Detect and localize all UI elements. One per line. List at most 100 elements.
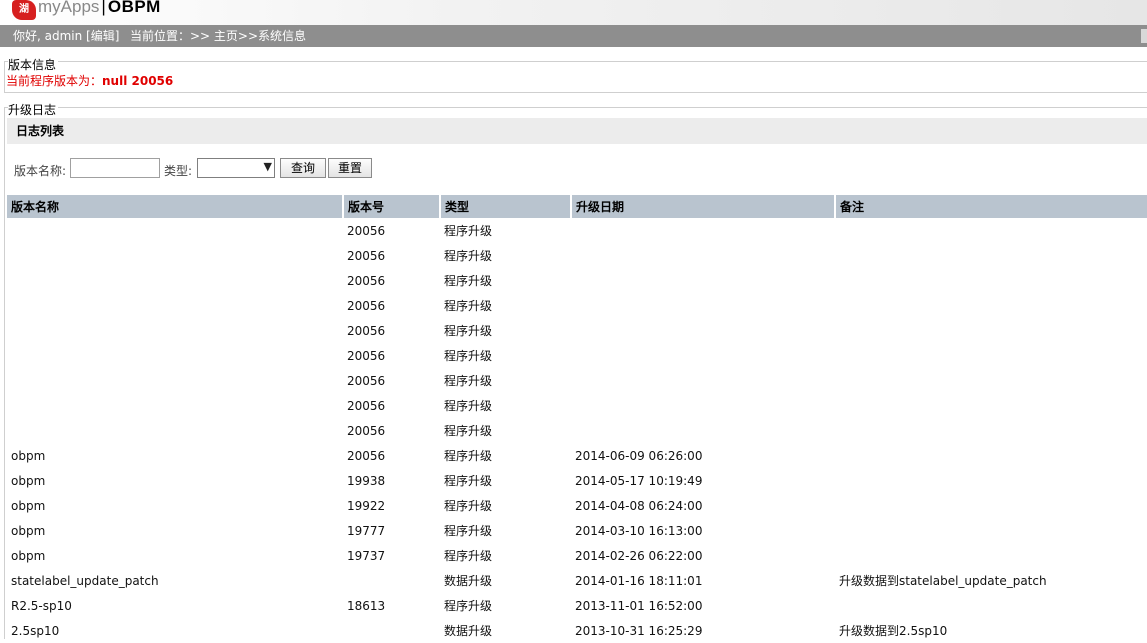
reset-button[interactable]: 重置 <box>328 158 372 178</box>
cell-type: 程序升级 <box>444 399 493 413</box>
cell-remark <box>835 343 1147 368</box>
version-value: null 20056 <box>102 74 174 88</box>
cell-type: 数据升级 <box>444 624 493 638</box>
table-row[interactable]: 2.5sp10 数据升级 2013-10-31 16:25:29 升级数据到2.5sp… <box>7 618 1147 643</box>
nav-bar: 你好, admin [编辑] 当前位置：>> 主页>>系统信息 <box>0 25 1147 47</box>
cell-version-name <box>7 293 343 318</box>
cell-type: 程序升级 <box>444 274 493 288</box>
cell-version-number: 20056 <box>347 448 386 463</box>
cell-upgrade-date <box>571 293 835 318</box>
cell-upgrade-date: 2014-03-10 16:13:00 <box>575 523 703 538</box>
version-name-label: 版本名称: <box>14 164 67 178</box>
cell-remark <box>835 218 1147 243</box>
upgrade-log-title: 升级日志 <box>8 101 59 118</box>
column-header-upgrade-date[interactable]: 升级日期 <box>571 195 836 218</box>
table-row[interactable]: obpm 19922 程序升级 2014-04-08 06:24:00 <box>7 493 1147 518</box>
cell-version-number: 19777 <box>347 523 386 538</box>
column-header-version-name[interactable]: 版本名称 <box>7 195 344 218</box>
cell-upgrade-date: 2014-02-26 06:22:00 <box>575 548 703 563</box>
cell-version-name: 2.5sp10 <box>11 623 60 638</box>
user-greeting[interactable]: 你好, admin [编辑] <box>13 25 119 47</box>
cell-version-number: 20056 <box>347 323 386 338</box>
table-row[interactable]: 20056 程序升级 <box>7 293 1147 318</box>
table-row[interactable]: 20056 程序升级 <box>7 218 1147 243</box>
cell-upgrade-date <box>571 218 835 243</box>
cell-version-name <box>7 318 343 343</box>
cell-version-number: 20056 <box>347 298 386 313</box>
cell-version-name <box>7 218 343 243</box>
cell-remark: 升级数据到2.5sp10 <box>839 624 948 638</box>
scroll-edge <box>1141 29 1147 43</box>
upgrade-log-table: 版本名称 版本号 类型 升级日期 备注 20056 程序升级 20056 程序升级 20… <box>7 195 1147 643</box>
cell-version-name <box>7 343 343 368</box>
cell-upgrade-date: 2014-05-17 10:19:49 <box>575 473 703 488</box>
table-row[interactable]: R2.5-sp10 18613 程序升级 2013-11-01 16:52:00 <box>7 593 1147 618</box>
cell-remark <box>835 268 1147 293</box>
cell-version-number: 19737 <box>347 548 386 563</box>
column-header-type[interactable]: 类型 <box>440 195 572 218</box>
table-row[interactable]: 20056 程序升级 <box>7 418 1147 443</box>
cell-remark <box>835 243 1147 268</box>
cell-remark: 升级数据到statelabel_update_patch <box>839 574 1047 588</box>
table-row[interactable]: 20056 程序升级 <box>7 393 1147 418</box>
breadcrumb: 当前位置：>> 主页>>系统信息 <box>130 29 307 43</box>
cell-version-name: obpm <box>11 523 46 538</box>
cell-version-number: 18613 <box>347 598 386 613</box>
cell-version-name: obpm <box>11 448 46 463</box>
cell-remark <box>835 368 1147 393</box>
version-name-input[interactable] <box>70 158 160 178</box>
logo-icon: 湖 <box>12 0 36 20</box>
brand-name: myApps <box>38 0 100 16</box>
cell-version-number: 20056 <box>347 373 386 388</box>
cell-version-name <box>7 243 343 268</box>
product-name: OBPM <box>107 0 161 16</box>
cell-version-name <box>7 418 343 443</box>
top-banner: 湖 myApps | OBPM <box>0 0 1147 25</box>
cell-version-name: obpm <box>11 498 46 513</box>
table-row[interactable]: obpm 19777 程序升级 2014-03-10 16:13:00 <box>7 518 1147 543</box>
cell-remark <box>835 443 1147 468</box>
table-body: 20056 程序升级 20056 程序升级 20056 程序升级 20056 程序升级 2005… <box>7 218 1147 643</box>
cell-version-number: 20056 <box>347 423 386 438</box>
cell-version-number: 19922 <box>347 498 386 513</box>
cell-remark <box>835 393 1147 418</box>
table-row[interactable]: statelabel_update_patch 数据升级 2014-01-16 18… <box>7 568 1147 593</box>
cell-version-name <box>7 268 343 293</box>
cell-remark <box>835 593 1147 618</box>
column-header-remark[interactable]: 备注 <box>835 195 1147 218</box>
cell-type: 程序升级 <box>444 349 493 363</box>
query-button[interactable]: 查询 <box>280 158 326 178</box>
version-line: 当前程序版本为：null 20056 <box>6 72 173 89</box>
cell-upgrade-date <box>571 393 835 418</box>
table-row[interactable]: 20056 程序升级 <box>7 268 1147 293</box>
cell-version-name <box>7 393 343 418</box>
brand-separator: | <box>101 0 106 16</box>
cell-version-number: 20056 <box>347 273 386 288</box>
table-row[interactable]: 20056 程序升级 <box>7 368 1147 393</box>
table-row[interactable]: 20056 程序升级 <box>7 343 1147 368</box>
cell-remark <box>835 418 1147 443</box>
table-row[interactable]: obpm 20056 程序升级 2014-06-09 06:26:00 <box>7 443 1147 468</box>
cell-version-number: 19938 <box>347 473 386 488</box>
cell-remark <box>835 493 1147 518</box>
table-row[interactable]: 20056 程序升级 <box>7 243 1147 268</box>
cell-type: 程序升级 <box>444 449 493 463</box>
table-row[interactable]: obpm 19737 程序升级 2014-02-26 06:22:00 <box>7 543 1147 568</box>
cell-type: 程序升级 <box>444 499 493 513</box>
type-select[interactable]: ▼ <box>197 158 275 178</box>
cell-remark <box>835 293 1147 318</box>
log-list-title: 日志列表 <box>16 124 65 138</box>
cell-type: 程序升级 <box>444 599 493 613</box>
cell-upgrade-date <box>571 318 835 343</box>
cell-version-name: obpm <box>11 473 46 488</box>
column-header-version-number[interactable]: 版本号 <box>343 195 441 218</box>
cell-type: 程序升级 <box>444 299 493 313</box>
cell-type: 程序升级 <box>444 549 493 563</box>
cell-upgrade-date <box>571 268 835 293</box>
cell-version-number: 20056 <box>347 348 386 363</box>
table-row[interactable]: 20056 程序升级 <box>7 318 1147 343</box>
version-info-title: 版本信息 <box>8 56 59 73</box>
brand-logo: myApps | OBPM <box>38 0 161 17</box>
cell-type: 程序升级 <box>444 474 493 488</box>
table-row[interactable]: obpm 19938 程序升级 2014-05-17 10:19:49 <box>7 468 1147 493</box>
